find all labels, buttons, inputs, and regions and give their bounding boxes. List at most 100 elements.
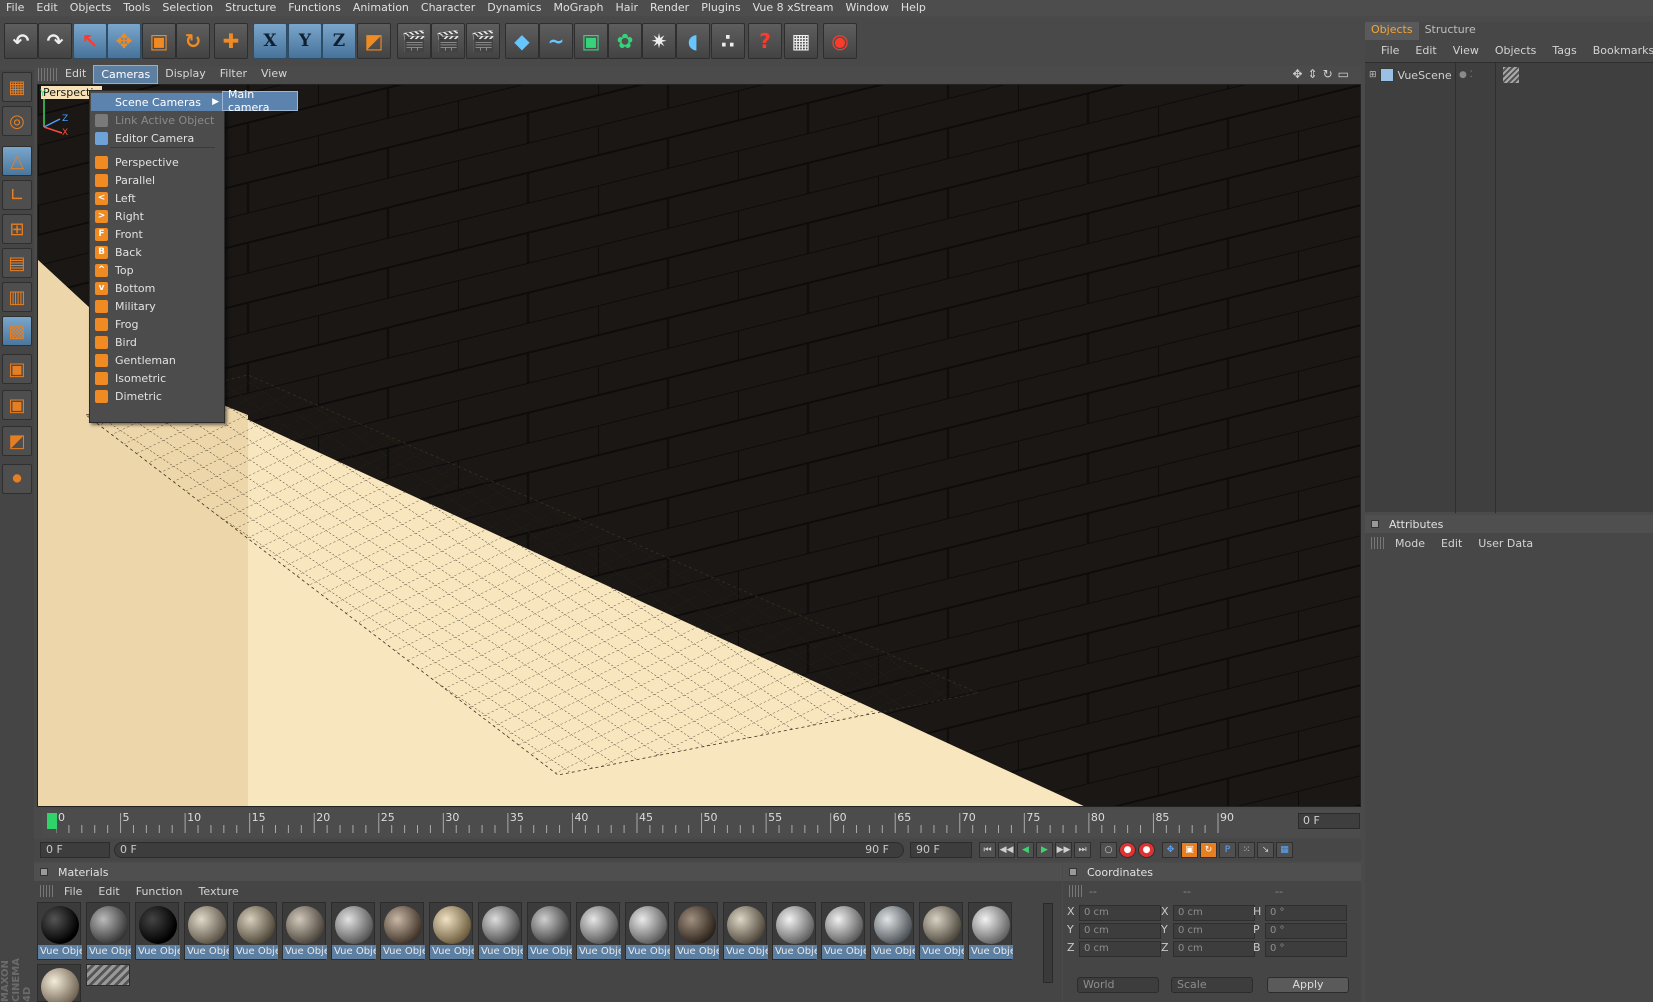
timeline[interactable]: 0 5 10 15 20 25 30 35 40 45 50 55 60 65 70 75 80 85 90	[42, 809, 1360, 837]
attributes-menu-edit[interactable]: Edit	[1441, 537, 1462, 550]
materials-menu-function[interactable]: Function	[136, 885, 183, 898]
menu-selection[interactable]: Selection	[156, 0, 219, 16]
material-swatch[interactable]: Vue Obje	[184, 902, 229, 960]
play-forward-icon[interactable]: ▶	[1036, 842, 1053, 858]
key-position-icon[interactable]: ✥	[1162, 842, 1179, 858]
timeline-window-icon[interactable]: ▦	[1276, 842, 1293, 858]
menu-vue-8-xstream[interactable]: Vue 8 xStream	[747, 0, 840, 16]
camera-menu-item-bottom[interactable]: v Bottom	[91, 279, 223, 297]
autokey-icon[interactable]: ●	[1138, 842, 1155, 858]
material-swatch[interactable]: Vue Obje	[478, 902, 523, 960]
workplane-button[interactable]: ▣	[2, 390, 32, 420]
rotation-h-field[interactable]: 0 °	[1265, 905, 1347, 921]
material-swatch[interactable]: Vue Obje	[233, 902, 278, 960]
viewport-menu-edit[interactable]: Edit	[58, 65, 93, 84]
world-dropdown[interactable]: World	[1077, 977, 1159, 993]
menu-plugins[interactable]: Plugins	[695, 0, 746, 16]
apply-button[interactable]: Apply	[1267, 977, 1349, 993]
edges-mode-button[interactable]: ▤	[2, 248, 32, 278]
material-swatch[interactable]: Vue Obje	[331, 902, 376, 960]
render-view-button[interactable]: 🎬	[397, 23, 431, 59]
menu-hair[interactable]: Hair	[609, 0, 644, 16]
scale-button[interactable]: ▣	[142, 23, 176, 59]
menu-edit[interactable]: Edit	[30, 0, 63, 16]
materials-scrollbar[interactable]	[1043, 903, 1053, 983]
tab-structure[interactable]: Structure	[1419, 22, 1482, 40]
preview-range-slider[interactable]: 0 F 90 F	[114, 842, 904, 858]
viewport-grip-handle[interactable]	[38, 68, 58, 81]
size-z-field[interactable]: 0 cm	[1173, 941, 1255, 957]
camera-menu-item-right[interactable]: > Right	[91, 207, 223, 225]
position-y-field[interactable]: 0 cm	[1079, 923, 1161, 939]
materials-menu-file[interactable]: File	[64, 885, 82, 898]
material-swatch[interactable]: Vue Obje	[968, 902, 1013, 960]
material-swatch[interactable]: Vue Obje	[723, 902, 768, 960]
materials-menu-texture[interactable]: Texture	[199, 885, 239, 898]
object-mode-button[interactable]: ◎	[2, 106, 32, 136]
deformer-button[interactable]: ✷	[642, 23, 676, 59]
camera-menu-item-front[interactable]: F Front	[91, 225, 223, 243]
material-swatch[interactable]: Vue Obje	[870, 902, 915, 960]
undo-button[interactable]: ↶	[4, 23, 38, 59]
goto-start-icon[interactable]: ⏮	[979, 842, 996, 858]
tweak-mode-button[interactable]: ⚫	[2, 464, 32, 494]
menu-window[interactable]: Window	[839, 0, 894, 16]
coordinate-system-button[interactable]: ◩	[357, 23, 391, 59]
viewport-zoom-icon[interactable]: ⇕	[1308, 67, 1318, 81]
menu-animation[interactable]: Animation	[347, 0, 415, 16]
scale-dropdown[interactable]: Scale	[1171, 977, 1253, 993]
next-key-icon[interactable]: ▶▶	[1055, 842, 1072, 858]
panel-toggle-icon[interactable]	[1371, 520, 1379, 528]
record-active-icon[interactable]: ●	[1119, 842, 1136, 858]
viewport-menu-display[interactable]: Display	[158, 65, 213, 84]
solo-button[interactable]: ◩	[2, 426, 32, 456]
rotation-b-field[interactable]: 0 °	[1265, 941, 1347, 957]
menu-render[interactable]: Render	[644, 0, 695, 16]
array-button[interactable]: ✿	[608, 23, 642, 59]
prev-key-icon[interactable]: ◀◀	[998, 842, 1015, 858]
render-settings-table-button[interactable]: ▦	[784, 23, 818, 59]
submenu-main-camera[interactable]: Main camera	[222, 88, 298, 114]
attributes-menu-user-data[interactable]: User Data	[1478, 537, 1533, 550]
particle-button[interactable]: ∴	[711, 23, 745, 59]
material-swatch[interactable]: Vue Obje	[135, 902, 180, 960]
viewport-move-icon[interactable]: ✥	[1292, 67, 1302, 81]
menu-character[interactable]: Character	[415, 0, 481, 16]
menu-mograph[interactable]: MoGraph	[547, 0, 609, 16]
spline-button[interactable]: ~	[539, 23, 573, 59]
y-axis-lock-button[interactable]: Y	[288, 23, 322, 59]
help-cursor-button[interactable]: ?	[748, 23, 782, 59]
material-swatch[interactable]: Vue Obje	[380, 902, 425, 960]
material-swatch[interactable]: Vue Obje	[625, 902, 670, 960]
menu-objects[interactable]: Objects	[64, 0, 118, 16]
objects-menu-objects[interactable]: Objects	[1495, 44, 1537, 57]
camera-menu-item-back[interactable]: B Back	[91, 243, 223, 261]
objects-menu-bookmarks[interactable]: Bookmarks	[1593, 44, 1653, 57]
add-object-button[interactable]: ✚	[214, 23, 248, 59]
rotation-p-field[interactable]: 0 °	[1265, 923, 1347, 939]
uv-polygons-button[interactable]: ▣	[2, 354, 32, 384]
material-tag-icon[interactable]	[1503, 67, 1519, 83]
material-swatch[interactable]: Vue Obje	[527, 902, 572, 960]
camera-menu-item-dimetric[interactable]: Dimetric	[91, 387, 223, 405]
x-axis-lock-button[interactable]: X	[253, 23, 287, 59]
z-axis-lock-button[interactable]: Z	[322, 23, 356, 59]
axis-mode-button[interactable]: △	[2, 146, 32, 176]
edit-render-settings-button[interactable]: 🎬	[466, 23, 500, 59]
camera-menu-item-top[interactable]: ^ Top	[91, 261, 223, 279]
materials-menu-edit[interactable]: Edit	[98, 885, 119, 898]
objects-menu-edit[interactable]: Edit	[1415, 44, 1436, 57]
3d-viewport[interactable]: Perspectiv Y Z X	[37, 84, 1361, 807]
size-y-field[interactable]: 0 cm	[1173, 923, 1255, 939]
position-z-field[interactable]: 0 cm	[1079, 941, 1161, 957]
camera-menu-item-frog[interactable]: Frog	[91, 315, 223, 333]
material-swatch[interactable]: Vue Obje	[821, 902, 866, 960]
menu-structure[interactable]: Structure	[219, 0, 282, 16]
menu-tools[interactable]: Tools	[117, 0, 156, 16]
points-mode-button[interactable]: ⊞	[2, 214, 32, 244]
material-swatch[interactable]: Vue Obje	[37, 902, 82, 960]
polygons-mode-button[interactable]: ▥	[2, 282, 32, 312]
objects-menu-view[interactable]: View	[1453, 44, 1479, 57]
menu-help[interactable]: Help	[895, 0, 932, 16]
vue-render-button[interactable]: ◉	[823, 23, 857, 59]
